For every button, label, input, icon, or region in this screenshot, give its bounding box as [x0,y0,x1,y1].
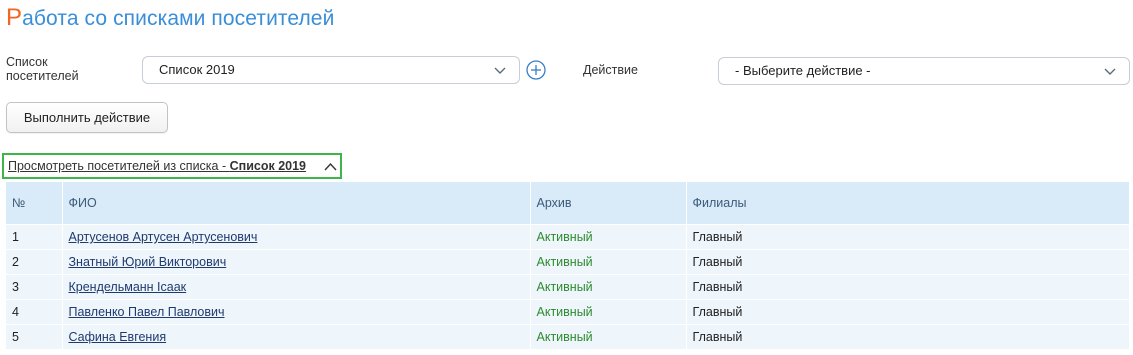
column-header-number[interactable]: № [6,182,63,225]
chevron-down-icon [494,67,506,74]
chevron-down-icon [1104,68,1116,75]
visitor-name-link[interactable]: Крендельманн Ісаак [69,280,187,294]
column-header-branches[interactable]: Филиалы [686,182,1130,225]
row-number: 3 [6,274,63,300]
visitor-list-label: Список посетителей [6,55,79,83]
visitor-list-select-value: Список 2019 [159,62,235,77]
row-number: 2 [6,249,63,275]
archive-status: Активный [530,274,687,300]
column-header-name[interactable]: ФИО [62,182,531,225]
branch-cell: Главный [686,299,1130,325]
table-header-row: № ФИО Архив Филиалы [6,182,1130,225]
action-select-value: - Выберите действие - [735,63,871,78]
archive-status: Активный [530,224,687,250]
visitor-name-link[interactable]: Павленко Павел Павлович [69,305,225,319]
table-row: 1 Артусенов Артусен Артусенович Активный… [6,224,1130,250]
action-label: Действие [583,63,638,77]
branch-cell: Главный [686,324,1130,349]
row-number: 4 [6,299,63,325]
page-title: Работа со списками посетителей [6,4,334,32]
table-row: 2 Знатный Юрий Викторович Активный Главн… [6,249,1130,275]
view-visitors-list-name: Список 2019 [229,159,307,173]
action-select[interactable]: - Выберите действие - [718,57,1130,85]
archive-status: Активный [530,299,687,325]
branch-cell: Главный [686,224,1130,250]
row-number: 1 [6,224,63,250]
table-row: 4 Павленко Павел Павлович Активный Главн… [6,299,1130,325]
visitor-name-link[interactable]: Артусенов Артусен Артусенович [69,230,258,244]
visitors-table: № ФИО Архив Филиалы 1 Артусенов Артусен … [6,182,1130,349]
view-visitors-link[interactable]: Просмотреть посетителей из списка - Спис… [8,159,306,173]
visitor-list-select[interactable]: Список 2019 [142,56,520,84]
table-row: 3 Крендельманн Ісаак Активный Главный [6,274,1130,300]
visitor-name-link[interactable]: Знатный Юрий Викторович [69,255,227,269]
visitor-name-link[interactable]: Сафина Евгения [69,330,167,344]
column-header-archive[interactable]: Архив [530,182,687,225]
chevron-up-icon[interactable] [324,162,337,171]
branch-cell: Главный [686,249,1130,275]
view-visitors-toggle[interactable]: Просмотреть посетителей из списка - Спис… [2,153,342,179]
add-list-button[interactable] [526,60,546,80]
row-number: 5 [6,324,63,349]
archive-status: Активный [530,249,687,275]
execute-action-button[interactable]: Выполнить действие [6,102,168,133]
view-visitors-link-text: Просмотреть посетителей из списка - [8,159,230,173]
archive-status: Активный [530,324,687,349]
branch-cell: Главный [686,274,1130,300]
page-title-first-letter: Р [6,4,23,31]
page-title-text: абота со списками посетителей [22,7,335,30]
table-row: 5 Сафина Евгения Активный Главный [6,324,1130,349]
